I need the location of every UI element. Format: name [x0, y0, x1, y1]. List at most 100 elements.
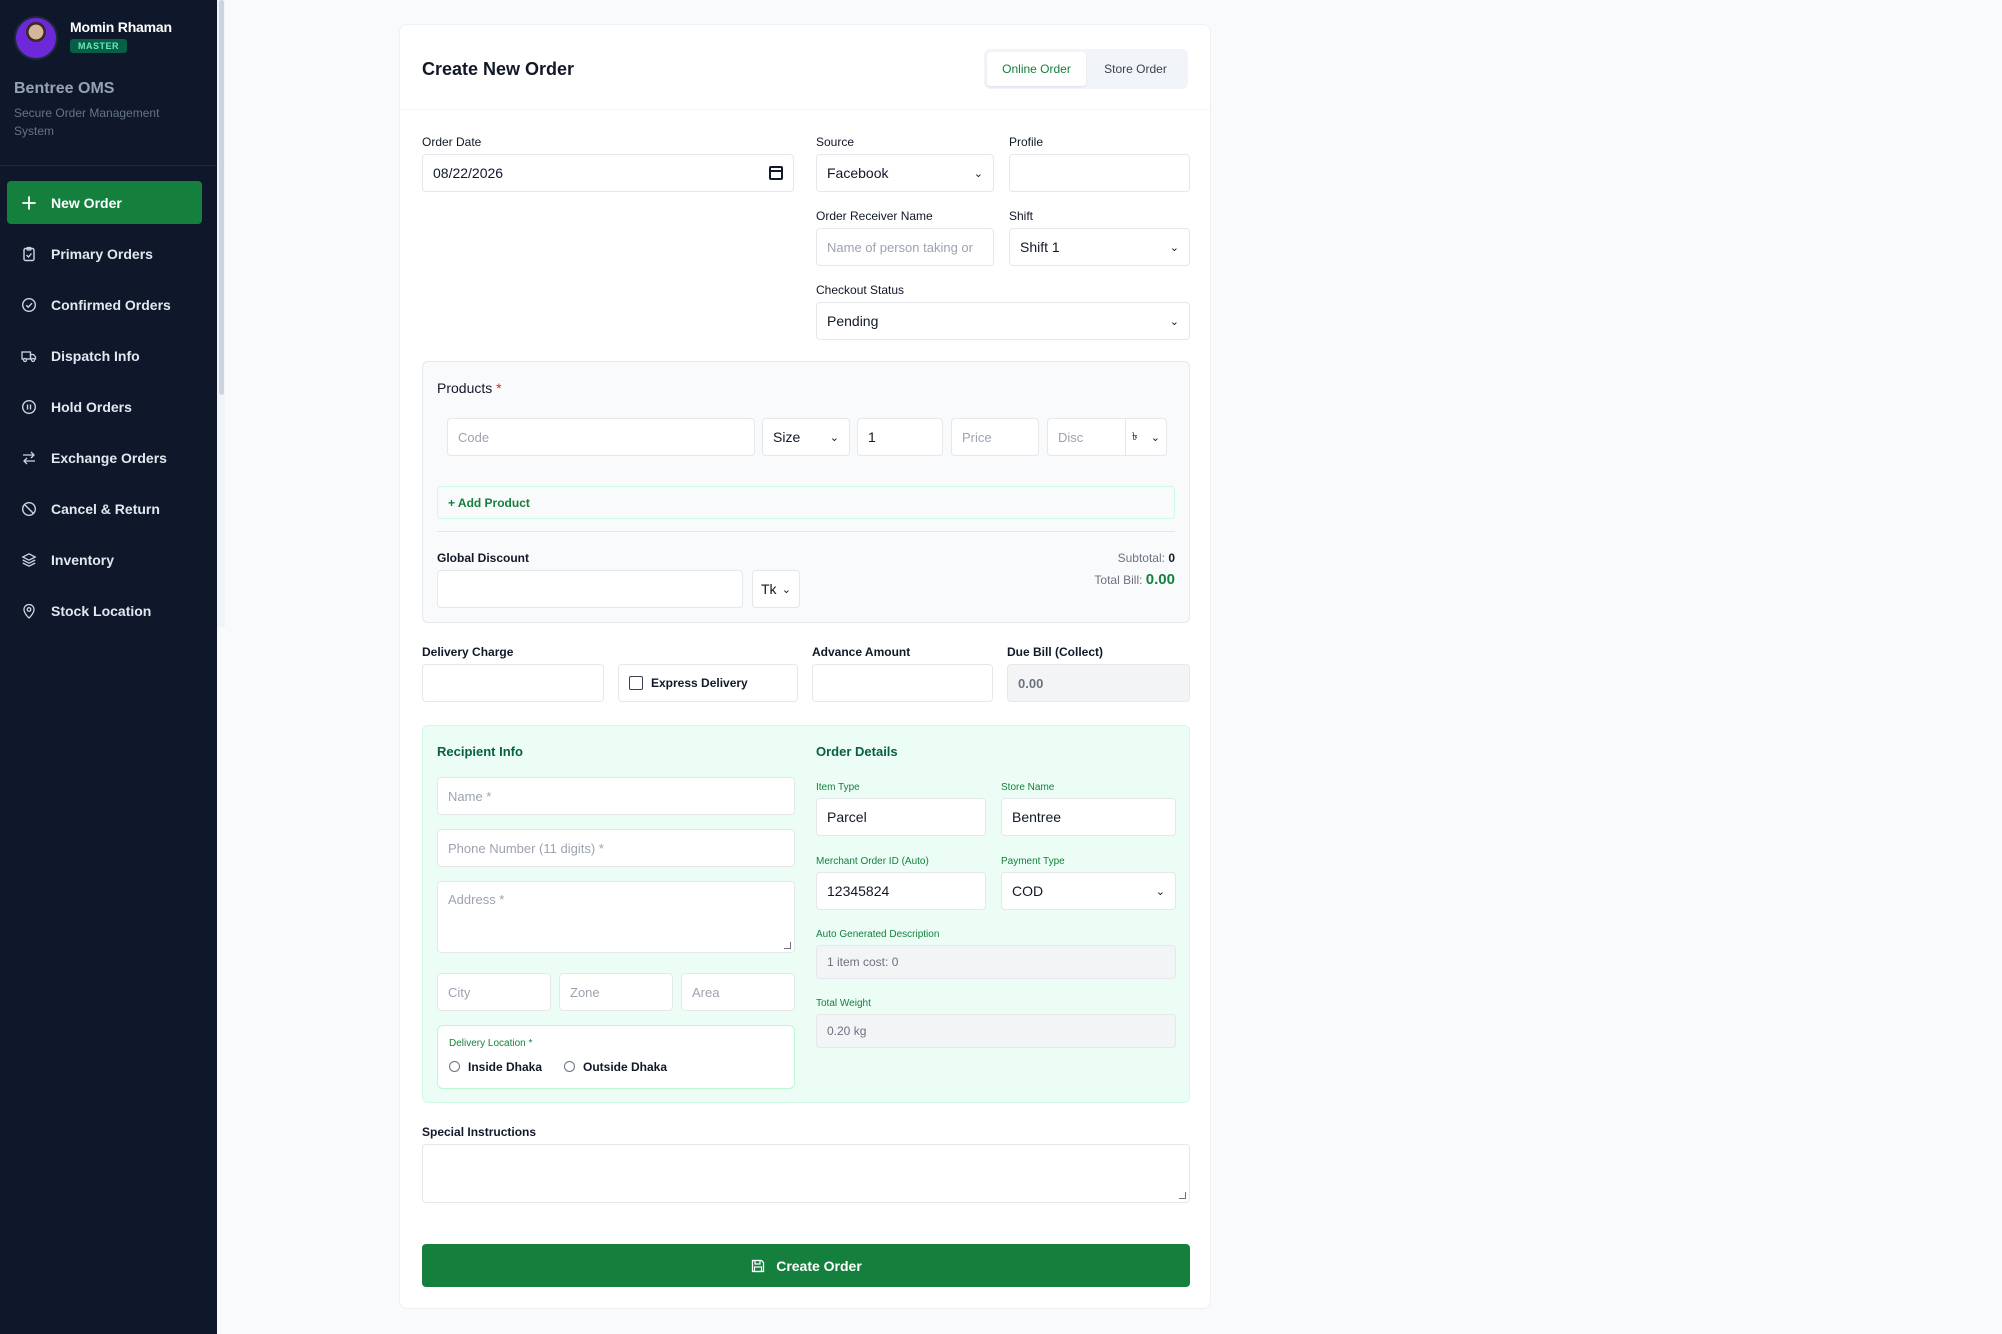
- payment-type-value: COD: [1012, 883, 1044, 899]
- merchant-id-value: 12345824: [827, 883, 890, 899]
- store-name-input[interactable]: Bentree: [1001, 798, 1176, 836]
- page-title: Create New Order: [422, 59, 575, 79]
- pause-circle-icon: [21, 399, 37, 414]
- product-qty-input[interactable]: 1: [857, 418, 943, 456]
- due-bill-field: 0.00: [1007, 664, 1190, 702]
- recipient-name-input[interactable]: Name *: [437, 777, 795, 815]
- nav-hold-orders[interactable]: Hold Orders: [7, 385, 202, 428]
- zone-input[interactable]: Zone: [559, 973, 673, 1011]
- source-select[interactable]: Facebook ⌄: [816, 154, 994, 192]
- nav-inventory[interactable]: Inventory: [7, 538, 202, 581]
- resize-handle[interactable]: [1179, 1192, 1186, 1199]
- tab-store-order[interactable]: Store Order: [1086, 52, 1185, 86]
- create-order-card: Create New Order Online Order Store Orde…: [399, 24, 1211, 1309]
- description-label: Auto Generated Description: [816, 929, 940, 940]
- role-badge: MASTER: [70, 39, 127, 53]
- add-product-button[interactable]: + Add Product: [437, 486, 1175, 519]
- checkout-value: Pending: [827, 313, 879, 329]
- chevron-down-icon: ⌄: [1169, 241, 1179, 254]
- product-disc-input[interactable]: Disc: [1047, 418, 1125, 456]
- qty-value: 1: [868, 429, 876, 445]
- city-placeholder: City: [448, 984, 471, 1000]
- recipient-phone-input[interactable]: Phone Number (11 digits) *: [437, 829, 795, 867]
- exchange-icon: [23, 451, 35, 464]
- avatar: [14, 16, 58, 60]
- nav-confirmed-orders[interactable]: Confirmed Orders: [7, 283, 202, 326]
- nav-label: New Order: [51, 194, 122, 211]
- order-date-value: 08/22/2026: [433, 165, 504, 181]
- product-price-input[interactable]: Price: [951, 418, 1039, 456]
- receiver-placeholder: Name of person taking or: [827, 239, 973, 255]
- item-type-input[interactable]: Parcel: [816, 798, 986, 836]
- size-value: Size: [773, 429, 801, 445]
- map-pin-icon: [23, 603, 35, 619]
- product-disc-type-select[interactable]: ৳ ⌄: [1125, 418, 1167, 456]
- special-instructions-label: Special Instructions: [422, 1125, 537, 1139]
- radio-label: Outside Dhaka: [583, 1060, 668, 1074]
- advance-input[interactable]: [812, 664, 993, 702]
- source-value: Facebook: [827, 165, 889, 181]
- due-label: Due Bill (Collect): [1007, 645, 1104, 659]
- weight-label: Total Weight: [816, 998, 871, 1009]
- radio-button[interactable]: [564, 1061, 575, 1072]
- resize-handle[interactable]: [784, 942, 791, 949]
- create-order-label: Create Order: [776, 1257, 862, 1274]
- nav-label: Primary Orders: [51, 245, 153, 262]
- nav-label: Hold Orders: [51, 398, 132, 415]
- user-profile: Momin Rhaman MASTER: [0, 0, 217, 68]
- discount-unit-select[interactable]: Tk ⌄: [752, 570, 800, 608]
- user-name: Momin Rhaman: [70, 19, 172, 35]
- shift-select[interactable]: Shift 1 ⌄: [1009, 228, 1190, 266]
- chevron-down-icon: ⌄: [829, 431, 839, 444]
- calendar-icon[interactable]: [769, 166, 783, 180]
- subtotal: Subtotal: 0: [1118, 551, 1175, 565]
- store-name-label: Store Name: [1001, 782, 1055, 793]
- nav-stock-location[interactable]: Stock Location: [7, 589, 202, 632]
- nav-primary-orders[interactable]: Primary Orders: [7, 232, 202, 275]
- checkout-status-select[interactable]: Pending ⌄: [816, 302, 1190, 340]
- recipient-address-input[interactable]: Address *: [437, 881, 795, 953]
- tab-online-order[interactable]: Online Order: [987, 52, 1086, 86]
- nav-dispatch-info[interactable]: Dispatch Info: [7, 334, 202, 377]
- nav-label: Confirmed Orders: [51, 296, 171, 313]
- recipient-order-panel: Recipient Info Name * Phone Number (11 d…: [422, 725, 1190, 1103]
- radio-inside-dhaka[interactable]: Inside Dhaka: [449, 1060, 542, 1074]
- ban-icon: [21, 501, 37, 516]
- special-instructions-input[interactable]: [422, 1144, 1190, 1203]
- required-mark: *: [496, 380, 502, 396]
- profile-input[interactable]: [1009, 154, 1190, 192]
- express-delivery-toggle[interactable]: Express Delivery: [618, 664, 798, 702]
- payment-type-select[interactable]: COD ⌄: [1001, 872, 1176, 910]
- products-divider: [437, 531, 1175, 532]
- receiver-label: Order Receiver Name: [816, 209, 933, 223]
- nav-exchange-orders[interactable]: Exchange Orders: [7, 436, 202, 479]
- order-type-toggle: Online Order Store Order: [984, 49, 1188, 89]
- global-discount-label: Global Discount: [437, 551, 530, 565]
- express-checkbox[interactable]: [629, 676, 643, 690]
- area-input[interactable]: Area: [681, 973, 795, 1011]
- global-discount-input[interactable]: [437, 570, 743, 608]
- sidebar-divider: [0, 165, 217, 166]
- order-date-label: Order Date: [422, 135, 482, 149]
- delivery-charge-input[interactable]: [422, 664, 604, 702]
- product-code-input[interactable]: Code: [447, 418, 755, 456]
- create-order-button[interactable]: Create Order: [422, 1244, 1190, 1287]
- receiver-input[interactable]: Name of person taking or: [816, 228, 994, 266]
- radio-outside-dhaka[interactable]: Outside Dhaka: [564, 1060, 667, 1074]
- nav-cancel-return[interactable]: Cancel & Return: [7, 487, 202, 530]
- merchant-id-input[interactable]: 12345824: [816, 872, 986, 910]
- order-date-input[interactable]: 08/22/2026: [422, 154, 794, 192]
- product-size-select[interactable]: Size ⌄: [762, 418, 850, 456]
- nav-label: Exchange Orders: [51, 449, 167, 466]
- subtotal-value: 0: [1168, 551, 1175, 565]
- item-type-label: Item Type: [816, 782, 860, 793]
- products-title: Products: [437, 380, 493, 396]
- city-input[interactable]: City: [437, 973, 551, 1011]
- payment-type-label: Payment Type: [1001, 856, 1065, 867]
- merchant-id-label: Merchant Order ID (Auto): [816, 856, 929, 867]
- sidebar-scrollbar-thumb[interactable]: [219, 0, 224, 395]
- card-header: Create New Order Online Order Store Orde…: [400, 25, 1210, 110]
- radio-button[interactable]: [449, 1061, 460, 1072]
- disc-type-value: ৳: [1132, 430, 1138, 443]
- nav-new-order[interactable]: New Order: [7, 181, 202, 224]
